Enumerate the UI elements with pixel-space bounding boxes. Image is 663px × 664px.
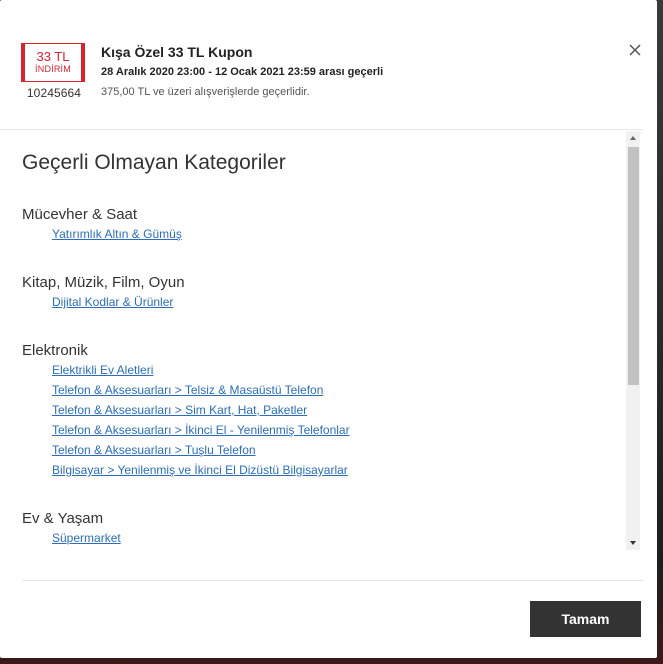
category-link[interactable]: Telefon & Aksesuarları > İkinci El - Yen… <box>52 420 612 440</box>
category-link[interactable]: Elektrikli Ev Aletleri <box>52 360 612 380</box>
coupon-validity-dates: 28 Aralık 2020 23:00 - 12 Ocak 2021 23:5… <box>101 66 384 78</box>
section-title: Geçerli Olmayan Kategoriler <box>22 151 286 174</box>
category-link[interactable]: Telefon & Aksesuarları > Telsiz & Masaüs… <box>52 380 612 400</box>
chevron-down-icon <box>630 541 636 545</box>
vertical-scrollbar[interactable] <box>626 131 640 550</box>
category-kitap: Kitap, Müzik, Film, Oyun Dijital Kodlar … <box>22 274 612 312</box>
coupon-modal: 33 TL İNDİRİM 10245664 Kışa Özel 33 TL K… <box>0 0 657 658</box>
category-link[interactable]: Süpermarket <box>52 528 612 548</box>
category-link[interactable]: Yatırımlık Altın & Gümüş <box>52 224 612 244</box>
category-name: Elektronik <box>22 342 88 359</box>
footer-divider <box>22 580 643 581</box>
coupon-badge: 33 TL İNDİRİM <box>21 43 85 82</box>
scroll-down-button[interactable] <box>626 536 640 550</box>
category-name: Kitap, Müzik, Film, Oyun <box>22 274 185 291</box>
categories-scroll-area[interactable]: Geçerli Olmayan Kategoriler Mücevher & S… <box>0 130 643 550</box>
scroll-thumb[interactable] <box>628 147 639 385</box>
coupon-code: 10245664 <box>26 86 82 100</box>
category-ev-yasam: Ev & Yaşam Süpermarket <box>22 510 612 548</box>
ok-button[interactable]: Tamam <box>530 601 641 637</box>
category-mucevher: Mücevher & Saat Yatırımlık Altın & Gümüş <box>22 206 612 244</box>
close-icon <box>629 44 641 56</box>
category-elektronik: Elektronik Elektrikli Ev Aletleri Telefo… <box>22 342 612 480</box>
coupon-amount: 33 TL <box>36 49 70 64</box>
chevron-up-icon <box>630 136 636 140</box>
close-button[interactable] <box>626 41 644 59</box>
category-name: Ev & Yaşam <box>22 510 104 527</box>
coupon-badge-label: İNDİRİM <box>35 64 71 74</box>
category-name: Mücevher & Saat <box>22 206 138 223</box>
category-link[interactable]: Bilgisayar > Yenilenmiş ve İkinci El Diz… <box>52 460 612 480</box>
category-link[interactable]: Telefon & Aksesuarları > Sim Kart, Hat, … <box>52 400 612 420</box>
coupon-condition: 375,00 TL ve üzeri alışverişlerde geçerl… <box>101 86 310 98</box>
category-link[interactable]: Dijital Kodlar & Ürünler <box>52 292 612 312</box>
scroll-up-button[interactable] <box>626 131 640 145</box>
coupon-title: Kışa Özel 33 TL Kupon <box>101 44 253 60</box>
category-link[interactable]: Telefon & Aksesuarları > Tuşlu Telefon <box>52 440 612 460</box>
